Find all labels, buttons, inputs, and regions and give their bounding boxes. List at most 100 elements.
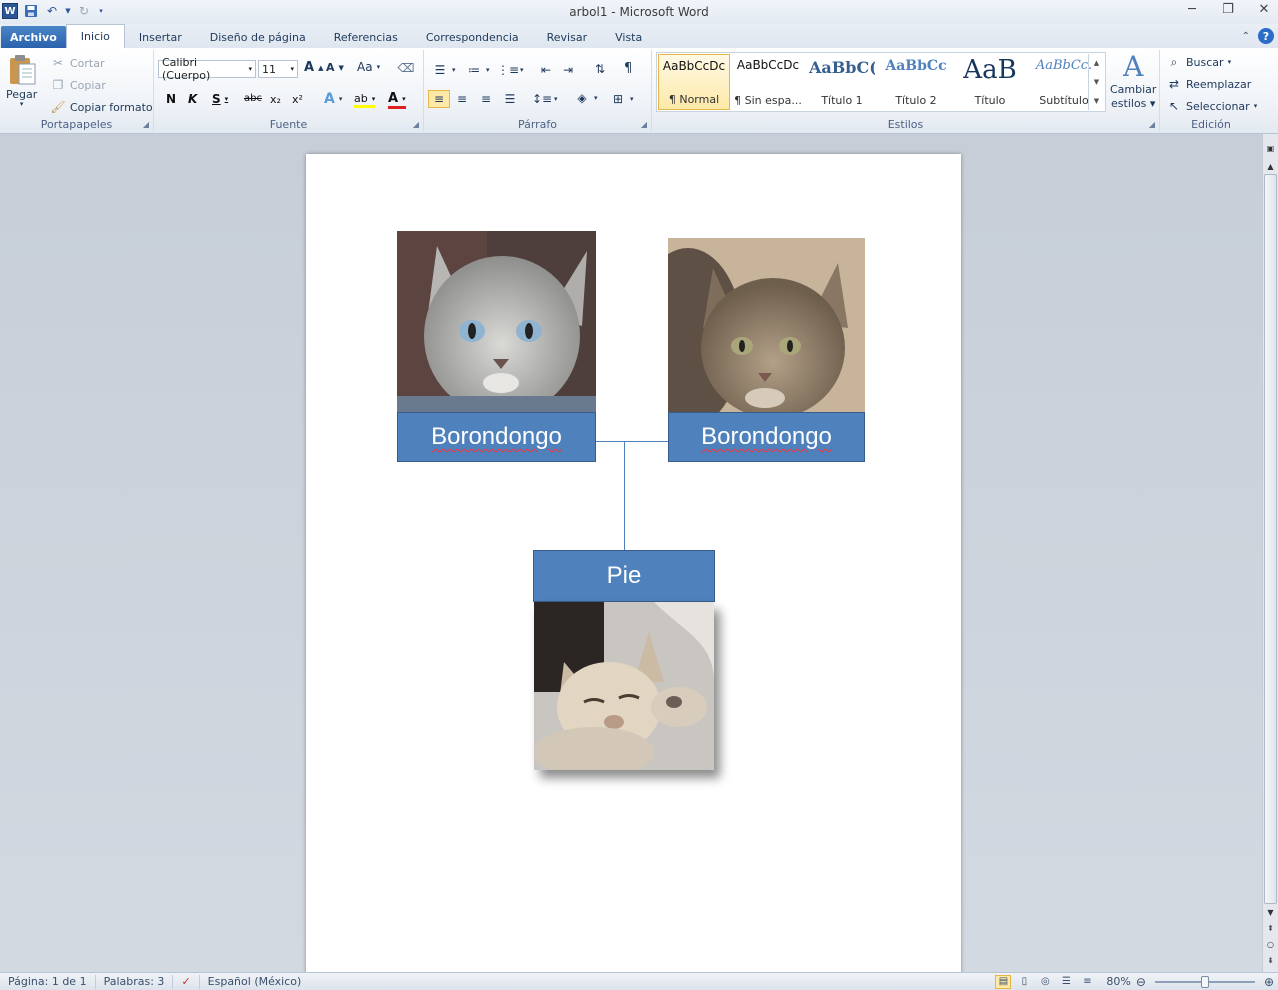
line-spacing-button[interactable]: ↕≡ ▾ <box>532 91 558 107</box>
replace-button[interactable]: ⇄ Reemplazar <box>1166 76 1251 92</box>
shading-button[interactable]: ◈ ▾ <box>574 90 597 106</box>
zoom-out-icon[interactable]: ⊖ <box>1136 975 1146 989</box>
previous-page-icon[interactable]: ⇞ <box>1263 924 1278 933</box>
outline-view-icon[interactable]: ☰ <box>1058 975 1074 989</box>
clear-format-icon: ⌫ <box>397 61 415 75</box>
styles-launcher-icon[interactable]: ◢ <box>1149 120 1155 129</box>
shrink-font-button[interactable]: A ▼ <box>326 61 344 74</box>
tab-revisar[interactable]: Revisar <box>533 26 601 48</box>
restore-icon[interactable]: ❐ <box>1220 2 1236 17</box>
find-button[interactable]: ⌕ Buscar ▾ <box>1166 54 1231 70</box>
subscript-button[interactable]: x₂ <box>270 93 281 106</box>
zoom-in-icon[interactable]: ⊕ <box>1264 975 1274 989</box>
cat-photo-left[interactable] <box>397 231 596 412</box>
styles-gallery-scroll[interactable]: ▲ ▼ ▼ <box>1088 54 1104 110</box>
tab-vista[interactable]: Vista <box>601 26 656 48</box>
clipboard-launcher-icon[interactable]: ◢ <box>143 120 149 129</box>
font-color-button[interactable]: A ▾ <box>388 91 406 109</box>
superscript-button[interactable]: x² <box>292 93 303 106</box>
text-effects-button[interactable]: A ▾ <box>324 91 342 107</box>
scroll-down-icon[interactable]: ▼ <box>1263 908 1278 917</box>
print-layout-view-icon[interactable]: ▤ <box>995 974 1012 989</box>
vertical-scrollbar[interactable]: ▣ ▲ ▼ ⇞ ○ ⇟ <box>1262 134 1278 972</box>
cat-photo-right[interactable] <box>668 238 865 413</box>
ruler-toggle-icon[interactable]: ▣ <box>1263 144 1278 153</box>
numbering-button[interactable]: ≔ ▾ <box>466 62 490 78</box>
grow-font-button[interactable]: A ▲ <box>304 60 323 75</box>
style-no-spacing[interactable]: AaBbCcDc ¶ Sin espa... <box>732 54 804 110</box>
decrease-indent-button[interactable]: ⇤ <box>538 62 554 78</box>
style-heading-1[interactable]: AaBbC( Título 1 <box>806 54 878 110</box>
proofing-icon[interactable]: ✓ <box>173 974 200 989</box>
draft-view-icon[interactable]: ≡ <box>1079 975 1095 989</box>
copy-button[interactable]: ❐ Copiar <box>50 77 106 93</box>
style-heading-2[interactable]: AaBbCc Título 2 <box>880 54 952 110</box>
browse-object-icon[interactable]: ○ <box>1263 940 1278 949</box>
help-icon[interactable]: ? <box>1258 28 1274 44</box>
paint-bucket-icon: ◈ <box>577 91 587 105</box>
page-count[interactable]: Página: 1 de 1 <box>0 974 96 989</box>
style-title[interactable]: AaB Título <box>954 54 1026 110</box>
child-name-box[interactable]: Pie <box>533 550 715 602</box>
bold-button[interactable]: N <box>166 92 176 106</box>
tab-correspondencia[interactable]: Correspondencia <box>412 26 533 48</box>
clear-format-button[interactable]: ⌫ <box>397 60 415 76</box>
increase-indent-icon: ⇥ <box>562 63 574 77</box>
change-case-button[interactable]: Aa ▾ <box>357 60 380 74</box>
paragraph-launcher-icon[interactable]: ◢ <box>641 120 647 129</box>
more-icon[interactable]: ▼ <box>1094 97 1099 105</box>
cat-photo-child[interactable] <box>534 602 714 770</box>
cut-button[interactable]: ✂ Cortar <box>50 55 105 71</box>
document-workspace[interactable]: Borondongo Borondongo Pie <box>0 134 1262 984</box>
align-right-button[interactable]: ≡ <box>478 91 494 107</box>
tab-archivo[interactable]: Archivo <box>1 26 66 48</box>
close-icon[interactable]: ✕ <box>1256 2 1272 17</box>
bullets-button[interactable]: ☰ ▾ <box>432 62 456 78</box>
font-group: Calibri (Cuerpo) ▾ 11 ▾ A ▲ A ▼ Aa ▾ ⌫ N K S ▾… <box>154 50 424 132</box>
font-launcher-icon[interactable]: ◢ <box>413 120 419 129</box>
increase-indent-button[interactable]: ⇥ <box>560 62 576 78</box>
paste-button[interactable]: Pegar ▾ <box>6 54 37 108</box>
zoom-slider-thumb[interactable] <box>1200 975 1209 988</box>
underline-button[interactable]: S ▾ <box>212 92 228 106</box>
italic-button[interactable]: K <box>188 92 197 106</box>
zoom-level[interactable]: 80% <box>1106 975 1130 988</box>
scroll-up-icon[interactable]: ▲ <box>1263 162 1278 171</box>
tab-diseno-pagina[interactable]: Diseño de página <box>196 26 320 48</box>
web-layout-view-icon[interactable]: ◎ <box>1037 975 1053 989</box>
full-screen-reading-view-icon[interactable]: ▯ <box>1016 975 1032 989</box>
parent-name-box-right[interactable]: Borondongo <box>668 412 865 462</box>
borders-button[interactable]: ⊞ ▾ <box>610 91 634 107</box>
scrollbar-thumb[interactable] <box>1264 174 1277 904</box>
highlight-button[interactable]: ab ▾ <box>354 92 376 108</box>
word-count[interactable]: Palabras: 3 <box>96 974 174 989</box>
tab-insertar[interactable]: Insertar <box>125 26 196 48</box>
minimize-icon[interactable]: ─ <box>1184 2 1200 17</box>
strikethrough-button[interactable]: abc <box>244 93 262 104</box>
format-painter-button[interactable]: 🖌 Copiar formato <box>50 99 152 115</box>
child-connector-line[interactable] <box>624 441 625 551</box>
align-left-button[interactable]: ≡ <box>428 90 450 108</box>
chevron-up-icon[interactable]: ▲ <box>1094 59 1099 67</box>
show-marks-button[interactable]: ¶ <box>624 61 632 76</box>
next-page-icon[interactable]: ⇟ <box>1263 956 1278 965</box>
tab-inicio[interactable]: Inicio <box>65 24 125 48</box>
multilevel-list-button[interactable]: ⋮≡ ▾ <box>497 62 524 78</box>
style-normal[interactable]: AaBbCcDc ¶ Normal <box>658 54 730 110</box>
change-styles-button[interactable]: A Cambiar estilos ▾ <box>1110 52 1156 110</box>
zoom-slider[interactable] <box>1154 975 1255 988</box>
minimize-ribbon-icon[interactable]: ⌃ <box>1242 31 1250 42</box>
tab-referencias[interactable]: Referencias <box>320 26 412 48</box>
select-button[interactable]: ↖ Seleccionar ▾ <box>1166 98 1257 114</box>
parents-connector-line[interactable] <box>596 441 668 442</box>
chevron-down-icon[interactable]: ▼ <box>1094 78 1099 86</box>
font-size-select[interactable]: 11 ▾ <box>258 60 298 78</box>
justify-button[interactable]: ☰ <box>502 91 518 107</box>
parent-name-box-left[interactable]: Borondongo <box>397 412 596 462</box>
document-page[interactable]: Borondongo Borondongo Pie <box>306 154 961 984</box>
font-name-select[interactable]: Calibri (Cuerpo) ▾ <box>158 56 256 82</box>
sort-button[interactable]: ⇅ <box>592 61 608 77</box>
copy-label: Copiar <box>70 78 106 92</box>
align-center-button[interactable]: ≡ <box>454 91 470 107</box>
language[interactable]: Español (México) <box>200 975 310 989</box>
